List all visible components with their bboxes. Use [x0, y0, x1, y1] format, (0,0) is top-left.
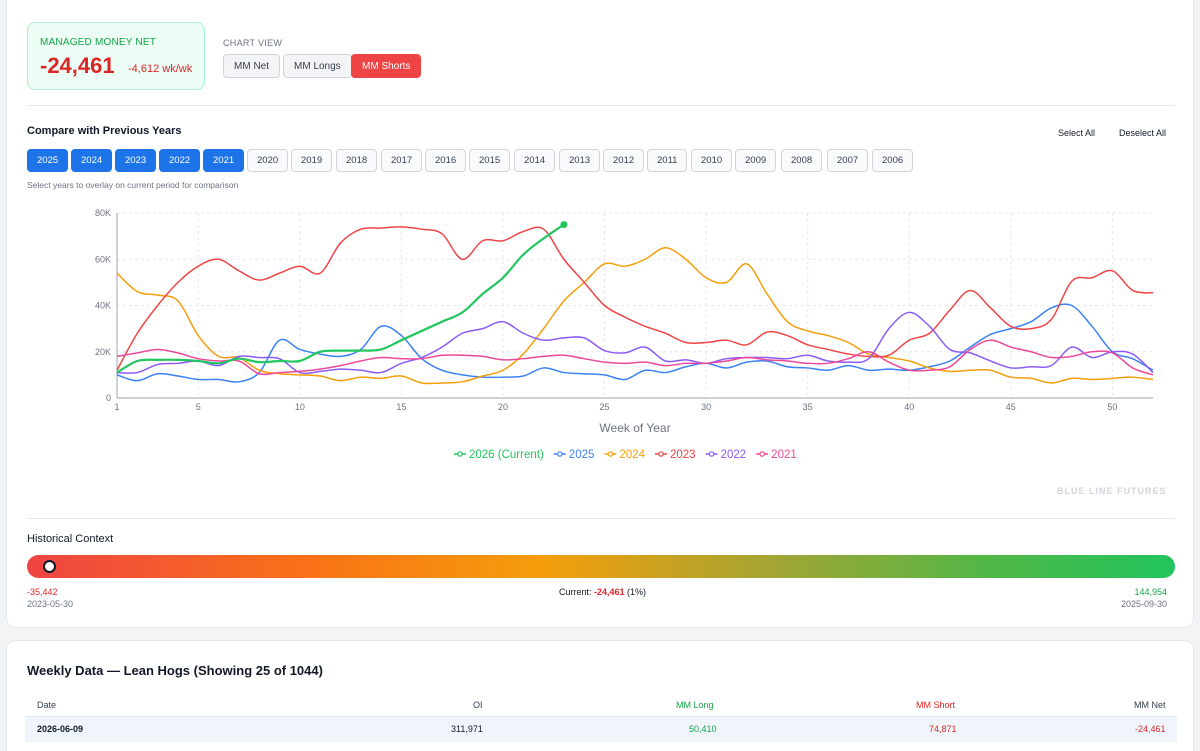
legend-label: 2022 [721, 449, 747, 461]
year-2014-button[interactable]: 2014 [514, 149, 556, 172]
year-2009-button[interactable]: 2009 [735, 149, 777, 172]
legend-label: 2026 (Current) [469, 449, 544, 461]
net-summary-card: MANAGED MONEY NET -24,461 -4,612 wk/wk [27, 22, 205, 90]
y-tick-label: 60K [95, 254, 111, 264]
year-2007-button[interactable]: 2007 [827, 149, 869, 172]
x-axis-label: Week of Year [599, 421, 670, 435]
year-2018-button[interactable]: 2018 [336, 149, 378, 172]
current-point-marker [560, 221, 568, 229]
legend-marker [658, 451, 664, 457]
compare-hint: Select years to overlay on current perio… [27, 180, 239, 190]
year-2025-button[interactable]: 2025 [27, 149, 69, 172]
x-tick-label: 30 [701, 402, 711, 412]
deselect-all-button[interactable]: Deselect All [1119, 128, 1166, 138]
weekly-data-title: Weekly Data — Lean Hogs (Showing 25 of 1… [27, 663, 323, 678]
net-value: -24,461 [40, 53, 115, 78]
historical-max-date: 2025-09-30 [1120, 599, 1167, 609]
year-2010-button[interactable]: 2010 [691, 149, 733, 172]
divider [27, 518, 1175, 519]
chart-view-label: CHART VIEW [223, 38, 283, 48]
column-header-mm-net[interactable]: MM Net [1134, 700, 1166, 710]
x-tick-label: 50 [1107, 402, 1117, 412]
legend-label: 2021 [771, 449, 797, 461]
y-tick-label: 0 [106, 393, 111, 403]
historical-range-bar [27, 555, 1175, 578]
year-2017-button[interactable]: 2017 [381, 149, 423, 172]
historical-current-prefix: Current: [559, 587, 595, 597]
column-header-mm-long[interactable]: MM Long [676, 700, 714, 710]
mm-shorts-line-chart: 020K40K60K80K1 5 10 15 20 25 30 35 40 45 50Week of… [95, 208, 1154, 461]
x-tick-label: 45 [1006, 402, 1016, 412]
view-mm-net-button[interactable]: MM Net [223, 54, 280, 78]
legend-marker [556, 451, 563, 457]
cell-date: 2026-06-09 [37, 724, 84, 734]
cell-mm-net: -24,461 [1135, 724, 1166, 734]
historical-current-value: -24,461 [594, 587, 625, 597]
compare-title: Compare with Previous Years [27, 125, 182, 137]
divider [27, 105, 1175, 106]
x-tick-label: 25 [600, 402, 610, 412]
year-2012-button[interactable]: 2012 [603, 149, 645, 172]
x-tick-label: 20 [498, 402, 508, 412]
x-tick-label: 15 [396, 402, 406, 412]
year-2008-button[interactable]: 2008 [781, 149, 823, 172]
legend-marker [708, 451, 715, 457]
view-mm-longs-button[interactable]: MM Longs [283, 54, 352, 78]
weekly-data-panel: Weekly Data — Lean Hogs (Showing 25 of 1… [6, 640, 1194, 751]
year-2021-button[interactable]: 2021 [203, 149, 245, 172]
legend-marker [759, 451, 765, 457]
historical-max-value: 144,954 [1134, 587, 1167, 597]
year-2023-button[interactable]: 2023 [115, 149, 157, 172]
year-2022-button[interactable]: 2022 [159, 149, 201, 172]
year-2011-button[interactable]: 2011 [647, 149, 688, 172]
historical-position-marker [43, 560, 56, 573]
legend-label: 2023 [670, 449, 696, 461]
year-2016-button[interactable]: 2016 [425, 149, 467, 172]
column-header-mm-short[interactable]: MM Short [916, 700, 955, 710]
net-label: MANAGED MONEY NET [40, 37, 157, 48]
y-tick-label: 80K [95, 208, 111, 218]
column-header-date[interactable]: Date [37, 700, 56, 710]
x-tick-label: 35 [803, 402, 813, 412]
legend-marker [457, 451, 463, 457]
year-2006-button[interactable]: 2006 [872, 149, 914, 172]
historical-current: Current: -24,461 (1%) [559, 587, 646, 597]
legend-label: 2024 [619, 449, 645, 461]
cot-panel: MANAGED MONEY NET -24,461 -4,612 wk/wk C… [6, 0, 1194, 628]
x-tick-label: 40 [904, 402, 914, 412]
cell-oi: 311,971 [451, 724, 483, 734]
legend-marker [607, 451, 614, 457]
historical-current-pct: (1%) [624, 587, 647, 597]
x-tick-label: 5 [196, 402, 201, 412]
x-tick-label: 1 [114, 402, 119, 412]
net-change: -4,612 wk/wk [128, 63, 193, 75]
y-tick-label: 20K [95, 347, 111, 357]
historical-min-value: -35,442 [27, 587, 58, 597]
series-line-2026 [116, 223, 565, 374]
x-tick-label: 10 [295, 402, 305, 412]
watermark-logo: BLUE LINE FUTURES [1057, 486, 1167, 496]
column-header-oi[interactable]: OI [473, 700, 483, 710]
year-2019-button[interactable]: 2019 [291, 149, 333, 172]
y-tick-label: 40K [95, 301, 111, 311]
year-2024-button[interactable]: 2024 [71, 149, 113, 172]
historical-context-title: Historical Context [27, 533, 114, 545]
year-2015-button[interactable]: 2015 [469, 149, 511, 172]
legend-label: 2025 [569, 449, 595, 461]
cell-mm-long: 50,410 [689, 724, 717, 734]
year-2020-button[interactable]: 2020 [247, 149, 289, 172]
historical-min-date: 2023-05-30 [27, 599, 74, 609]
cell-mm-short: 74,871 [929, 724, 957, 734]
table-row[interactable] [25, 716, 1177, 742]
select-all-button[interactable]: Select All [1058, 128, 1095, 138]
view-mm-shorts-button[interactable]: MM Shorts [351, 54, 422, 78]
year-2013-button[interactable]: 2013 [559, 149, 601, 172]
